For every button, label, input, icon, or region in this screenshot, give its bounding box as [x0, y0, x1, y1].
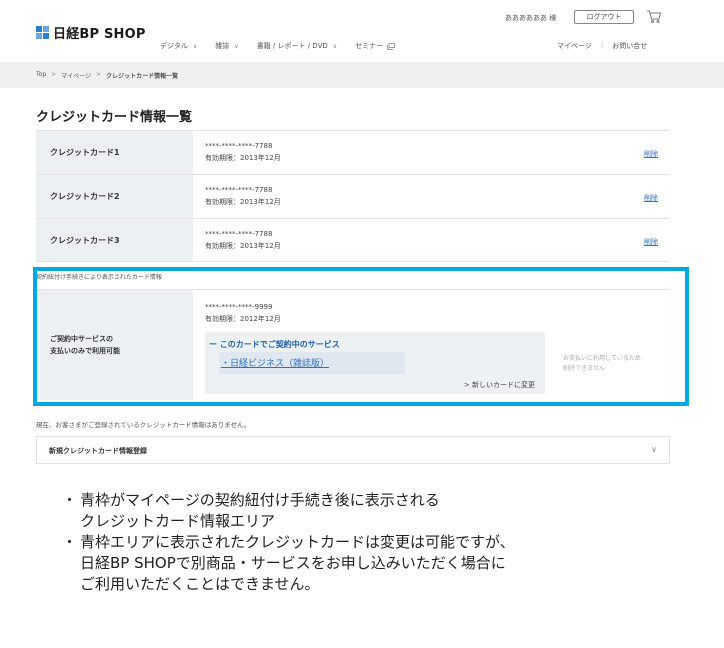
annotation-item: ・ 青枠エリアに表示されたクレジットカードは変更は可能ですが、 日経BP SHO…	[62, 532, 712, 595]
card-number: ****-****-****-7788	[205, 186, 273, 194]
card-number: ****-****-****-7788	[205, 230, 273, 238]
card-table: クレジットカード1 ****-****-****-7788 有効期限：2013年…	[36, 130, 670, 262]
external-window-icon	[387, 42, 396, 50]
new-card-label: 新規クレジットカード情報登録	[49, 447, 147, 455]
nav-item-label: デジタル	[160, 42, 188, 50]
card-label: クレジットカード1	[36, 131, 193, 174]
chevron-down-icon: ∨	[332, 42, 338, 50]
utility-nav: マイページ | お問い合せ	[557, 41, 647, 51]
breadcrumb-separator: >	[51, 71, 57, 78]
nav-item-seminar[interactable]: セミナー	[355, 41, 396, 51]
highlight-frame	[33, 267, 689, 406]
breadcrumb: Top > マイページ > クレジットカード情報一覧	[36, 71, 178, 80]
mypage-link[interactable]: マイページ	[557, 41, 592, 51]
card-info: ****-****-****-7788 有効期限：2013年12月	[193, 131, 281, 174]
site-header: 日経BP SHOP ああああああ 様 ログアウト デジタル ∨ 雑誌 ∨ 書籍 …	[0, 0, 724, 62]
chevron-down-icon: ∨	[234, 42, 239, 50]
annotation-line: クレジットカード情報エリア	[80, 512, 276, 530]
logo-mark-icon	[36, 26, 50, 39]
card-expiry: 有効期限：2013年12月	[205, 154, 281, 162]
delete-card-link[interactable]: 削除	[644, 149, 658, 159]
chevron-down-icon: ∨	[192, 42, 198, 50]
card-expiry: 有効期限：2013年12月	[205, 242, 281, 250]
cart-icon[interactable]	[646, 10, 662, 24]
card-info: ****-****-****-7788 有効期限：2013年12月	[193, 175, 281, 218]
nav-item-books[interactable]: 書籍 / レポート / DVD ∨	[257, 41, 337, 51]
table-row: クレジットカード2 ****-****-****-7788 有効期限：2013年…	[36, 174, 670, 218]
annotation-line: 日経BP SHOPで別商品・サービスをお申し込みいただく場合に	[80, 554, 506, 572]
page-title: クレジットカード情報一覧	[36, 110, 193, 125]
card-label: クレジットカード2	[36, 175, 193, 218]
delete-card-link[interactable]: 削除	[644, 237, 658, 247]
nav-item-label: セミナー	[355, 42, 384, 50]
nav-item-digital[interactable]: デジタル ∨	[160, 41, 197, 51]
breadcrumb-top[interactable]: Top	[36, 71, 46, 80]
main-nav: デジタル ∨ 雑誌 ∨ 書籍 / レポート / DVD ∨ セミナー	[160, 41, 413, 51]
bullet: ・	[62, 491, 78, 509]
annotation-line: 青枠エリアに表示されたクレジットカードは変更は可能ですが、	[80, 533, 515, 551]
nav-item-label: 書籍 / レポート / DVD	[256, 42, 328, 50]
annotation-line: ご利用いただくことはできません。	[80, 575, 320, 593]
breadcrumb-bar: Top > マイページ > クレジットカード情報一覧	[0, 62, 724, 88]
annotation-item: ・ 青枠がマイページの契約紐付け手続き後に表示される クレジットカード情報エリア	[62, 490, 712, 532]
card-expiry: 有効期限：2013年12月	[205, 198, 281, 206]
table-row: クレジットカード1 ****-****-****-7788 有効期限：2013年…	[36, 130, 670, 174]
no-cards-message: 現在、お客さまがご登録されているクレジットカード情報はありません。	[36, 421, 251, 429]
contact-link[interactable]: お問い合せ	[612, 41, 647, 51]
annotation-notes: ・ 青枠がマイページの契約紐付け手続き後に表示される クレジットカード情報エリア…	[62, 490, 712, 595]
logout-button[interactable]: ログアウト	[574, 10, 634, 24]
table-row: クレジットカード3 ****-****-****-7788 有効期限：2013年…	[36, 218, 670, 262]
nav-separator: |	[600, 41, 604, 49]
delete-card-link[interactable]: 削除	[644, 193, 658, 203]
breadcrumb-separator: >	[96, 71, 102, 78]
site-logo[interactable]: 日経BP SHOP	[36, 23, 146, 42]
breadcrumb-current: クレジットカード情報一覧	[106, 73, 179, 80]
user-name: ああああああ 様	[505, 14, 557, 22]
card-label: クレジットカード3	[36, 219, 193, 261]
nav-item-label: 雑誌	[215, 42, 230, 50]
chevron-down-icon: ∨	[651, 445, 657, 454]
nav-item-magazine[interactable]: 雑誌 ∨	[215, 41, 238, 51]
annotation-line: 青枠がマイページの契約紐付け手続き後に表示される	[80, 491, 440, 509]
card-info: ****-****-****-7788 有効期限：2013年12月	[193, 219, 281, 261]
new-card-accordion[interactable]: 新規クレジットカード情報登録 ∨	[36, 436, 670, 464]
breadcrumb-mypage[interactable]: マイページ	[61, 71, 91, 80]
logo-text: 日経BP SHOP	[53, 27, 146, 42]
card-number: ****-****-****-7788	[205, 142, 273, 150]
bullet: ・	[62, 533, 78, 551]
